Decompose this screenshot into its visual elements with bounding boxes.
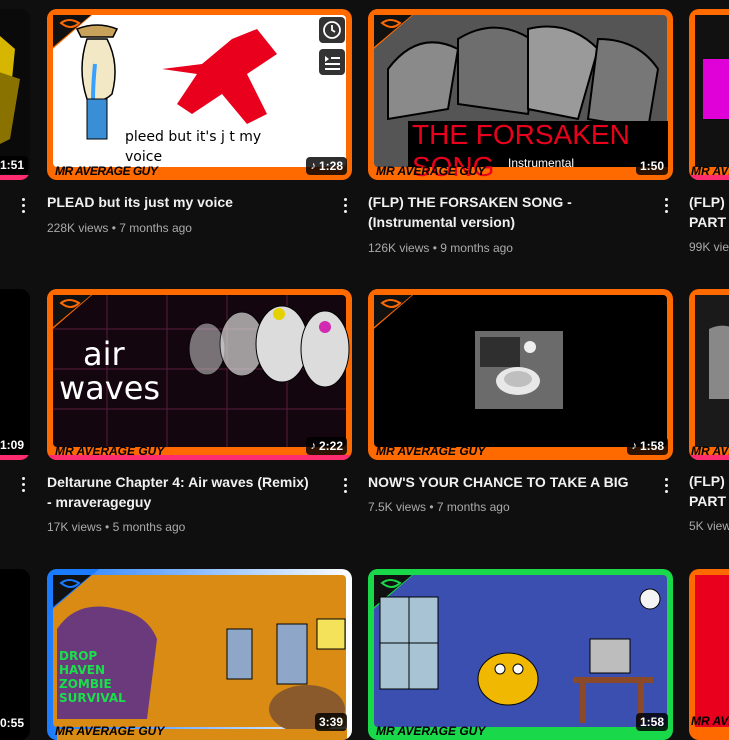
partial-thumbnail[interactable]: MR AVERAGE GU (689, 289, 729, 460)
channel-watermark: MR AVERAGE GUY (55, 724, 165, 738)
partial-thumbnail[interactable]: MR AVERAGE GU (689, 569, 729, 740)
video-title-partial[interactable]: PART : (689, 212, 729, 232)
channel-watermark: MR AVERAGE GUY (376, 164, 486, 178)
partial-thumbnail[interactable]: MR AVERAGE GU (689, 9, 729, 180)
clock-icon (323, 21, 341, 39)
video-title[interactable]: PLEAD but its just my voice (47, 192, 317, 212)
channel-watermark: MR AVERAGE GUY (55, 164, 158, 178)
video-title[interactable]: (FLP) THE FORSAKEN SONG - (Instrumental … (368, 192, 638, 232)
video-title-partial[interactable]: PART : (689, 491, 729, 511)
video-thumbnail[interactable]: DROP HAVEN ZOMBIE SURVIVAL MR AVERAGE GU… (47, 569, 352, 740)
video-thumbnail[interactable]: MR AVERAGE GUY ♪ 1:58 (368, 289, 673, 460)
partial-thumbnail[interactable]: 0:55 (0, 569, 30, 740)
more-options-button[interactable] (20, 198, 26, 213)
video-title[interactable]: NOW'S YOUR CHANCE TO TAKE A BIG (368, 472, 638, 492)
video-duration: 3:39 (314, 713, 347, 731)
video-duration: 1:50 (635, 157, 668, 175)
music-note-icon: ♪ (310, 160, 316, 172)
queue-icon (325, 56, 340, 70)
video-thumbnail[interactable]: air waves MR AVERAGE GUY ♪ 2:22 (47, 289, 352, 460)
video-duration: ♪ 1:58 (627, 437, 668, 455)
channel-watermark: MR AVERAGE GU (691, 444, 729, 458)
thumbnail-game-logo: DROP HAVEN ZOMBIE SURVIVAL (59, 649, 126, 705)
thumbnail-caption-line-2: waves (59, 369, 161, 407)
thumbnail-subtitle-text: Instrumental (508, 156, 575, 170)
more-options-button[interactable] (336, 475, 354, 495)
channel-watermark: MR AVERAGE GU (691, 164, 729, 178)
channel-watermark: MR AVERAGE GUY (376, 444, 486, 458)
video-meta: 17K views • 5 months ago (47, 520, 186, 534)
video-meta: 228K views • 7 months ago (47, 221, 192, 235)
thumbnail-caption-line-1: air (83, 335, 125, 373)
video-thumbnail[interactable]: THE FORSAKEN SONG Instrumental MR AVERAG… (368, 9, 673, 180)
video-duration: 1:58 (635, 713, 668, 731)
music-note-icon: ♪ (631, 440, 637, 452)
video-meta: 126K views • 9 months ago (368, 241, 513, 255)
music-note-icon: ♪ (310, 440, 316, 452)
video-duration: 0:55 (0, 714, 28, 732)
video-duration: ♪ 2:22 (306, 437, 347, 455)
video-duration: 1:09 (0, 436, 28, 454)
video-duration: 1:51 (0, 156, 28, 174)
video-meta-partial: 5K view (689, 519, 729, 533)
more-options-button[interactable] (657, 475, 675, 495)
video-meta-partial: 99K vie (689, 240, 729, 254)
more-options-button[interactable] (20, 477, 26, 492)
channel-watermark: MR AVERAGE GUY (376, 724, 486, 738)
partial-thumbnail[interactable]: 1:51 (0, 9, 30, 180)
more-options-button[interactable] (336, 195, 354, 215)
channel-watermark: MR AVERAGE GUY (55, 444, 165, 458)
video-meta: 7.5K views • 7 months ago (368, 500, 510, 514)
video-thumbnail[interactable]: MR AVERAGE GUY 1:58 (368, 569, 673, 740)
video-duration: ♪ 1:28 (306, 157, 347, 175)
video-title-partial[interactable]: (FLP) r (689, 192, 729, 212)
video-title-partial[interactable]: (FLP) r (689, 471, 729, 491)
more-options-button[interactable] (657, 195, 675, 215)
video-thumbnail[interactable]: pleed but it's j t my voice MR AVERAGE G… (47, 9, 352, 180)
watch-later-button[interactable] (319, 17, 345, 43)
thumbnail-caption: pleed but it's j t my voice (125, 129, 262, 165)
add-to-queue-button[interactable] (319, 49, 345, 75)
video-title[interactable]: Deltarune Chapter 4: Air waves (Remix) -… (47, 472, 317, 512)
channel-watermark: MR AVERAGE GU (691, 714, 729, 728)
partial-thumbnail[interactable]: 1:09 (0, 289, 30, 460)
